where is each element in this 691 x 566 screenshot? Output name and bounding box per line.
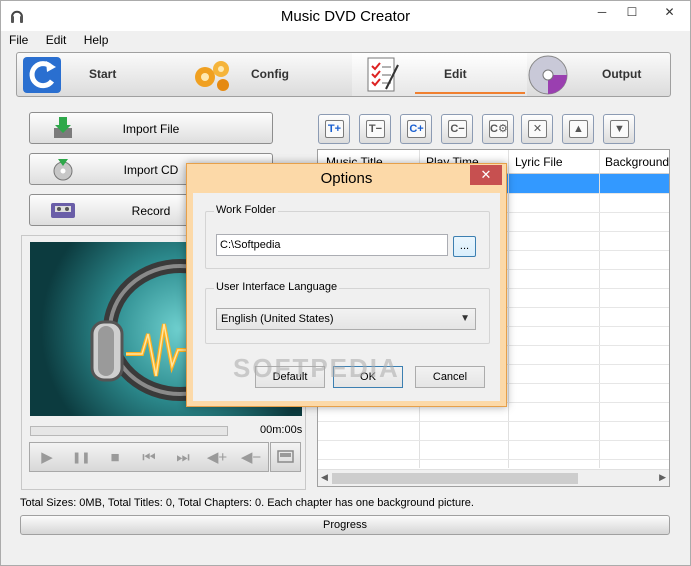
stop-icon[interactable]: ■: [106, 449, 124, 467]
row-divider: [318, 440, 669, 441]
cancel-button[interactable]: Cancel: [415, 366, 485, 388]
gears-icon: [189, 55, 235, 95]
delete-button[interactable]: ✕: [521, 114, 553, 144]
work-folder-group: Work Folder ...: [205, 204, 490, 269]
dialog-close-button[interactable]: ✕: [470, 165, 502, 185]
tab-start[interactable]: Start: [17, 53, 177, 96]
refresh-icon: [21, 55, 63, 95]
chapter-settings-button[interactable]: C⚙: [482, 114, 514, 144]
dialog-title-bar: Options ✕: [187, 164, 506, 193]
ok-button[interactable]: OK: [333, 366, 403, 388]
checklist-icon: [362, 55, 402, 95]
fullscreen-icon: [277, 450, 294, 463]
import-file-button[interactable]: Import File: [29, 112, 273, 144]
move-down-icon: ▼: [610, 120, 629, 138]
volume-up-icon[interactable]: ◀+: [204, 449, 230, 467]
import-file-label: Import File: [122, 122, 180, 136]
remove-chapter-button[interactable]: C−: [441, 114, 473, 144]
tab-edit-label: Edit: [444, 67, 467, 81]
add-chapter-icon: C+: [407, 120, 426, 138]
previous-icon[interactable]: ⏮: [140, 449, 158, 467]
default-button[interactable]: Default: [255, 366, 325, 388]
chevron-down-icon: ▼: [460, 313, 470, 324]
main-window: Music DVD Creator ─ ☐ ✕ File Edit Help S…: [0, 0, 691, 566]
work-folder-label: Work Folder: [214, 204, 278, 216]
move-up-button[interactable]: ▲: [562, 114, 594, 144]
horizontal-scrollbar[interactable]: ◀ ▶: [318, 469, 669, 486]
scroll-right-icon[interactable]: ▶: [659, 472, 666, 483]
remove-title-icon: T−: [366, 120, 385, 138]
options-dialog: Options ✕ Work Folder ... User Interface…: [186, 163, 507, 407]
work-folder-input[interactable]: [216, 234, 448, 256]
browse-button[interactable]: ...: [453, 236, 476, 257]
move-down-button[interactable]: ▼: [603, 114, 635, 144]
pause-icon[interactable]: ❚❚: [72, 449, 90, 467]
disc-icon: [527, 54, 569, 96]
maximize-button[interactable]: ☐: [617, 1, 647, 23]
language-select[interactable]: English (United States) ▼: [216, 308, 476, 330]
time-display: 00m:00s: [260, 424, 303, 436]
play-icon[interactable]: ▶: [38, 449, 56, 467]
progress-bar: Progress: [20, 515, 670, 535]
tab-edit[interactable]: Edit: [352, 53, 527, 96]
menu-help[interactable]: Help: [84, 33, 109, 47]
volume-down-icon[interactable]: ◀−: [238, 449, 264, 467]
chapter-settings-icon: C⚙: [489, 120, 508, 138]
language-group: User Interface Language English (United …: [205, 281, 490, 344]
tab-start-label: Start: [89, 67, 117, 81]
delete-icon: ✕: [528, 120, 547, 138]
nav-bar: Start Config Edit Output: [16, 52, 671, 97]
tab-config[interactable]: Config: [187, 53, 337, 96]
row-divider: [318, 459, 669, 460]
remove-chapter-icon: C−: [448, 120, 467, 138]
title-bar: Music DVD Creator ─ ☐ ✕: [1, 1, 690, 31]
scroll-left-icon[interactable]: ◀: [321, 472, 328, 483]
column-lyric-file[interactable]: Lyric File: [515, 155, 563, 169]
column-background[interactable]: Background: [605, 155, 669, 169]
row-divider: [318, 421, 669, 422]
close-button[interactable]: ✕: [647, 1, 691, 23]
remove-title-button[interactable]: T−: [359, 114, 391, 144]
menu-edit[interactable]: Edit: [46, 33, 67, 47]
active-tab-indicator: [415, 92, 525, 94]
add-title-button[interactable]: T+: [318, 114, 350, 144]
scrollbar-thumb[interactable]: [332, 473, 578, 484]
minimize-button[interactable]: ─: [587, 1, 617, 23]
move-up-icon: ▲: [569, 120, 588, 138]
fullscreen-button[interactable]: [270, 442, 301, 472]
language-label: User Interface Language: [214, 281, 340, 293]
progress-label: Progress: [322, 519, 368, 531]
tab-config-label: Config: [251, 67, 289, 81]
playback-controls: ▶ ❚❚ ■ ⏮ ⏭ ◀+ ◀−: [29, 442, 269, 472]
language-value: English (United States): [221, 313, 334, 325]
menu-bar: File Edit Help: [9, 33, 122, 51]
status-text: Total Sizes: 0MB, Total Titles: 0, Total…: [20, 497, 474, 509]
add-chapter-button[interactable]: C+: [400, 114, 432, 144]
dialog-title: Options: [320, 170, 373, 187]
add-title-icon: T+: [325, 120, 344, 138]
next-icon[interactable]: ⏭: [174, 449, 192, 467]
tab-output[interactable]: Output: [527, 53, 670, 96]
seek-bar[interactable]: [30, 426, 228, 436]
menu-file[interactable]: File: [9, 33, 28, 47]
tab-output-label: Output: [602, 67, 642, 81]
